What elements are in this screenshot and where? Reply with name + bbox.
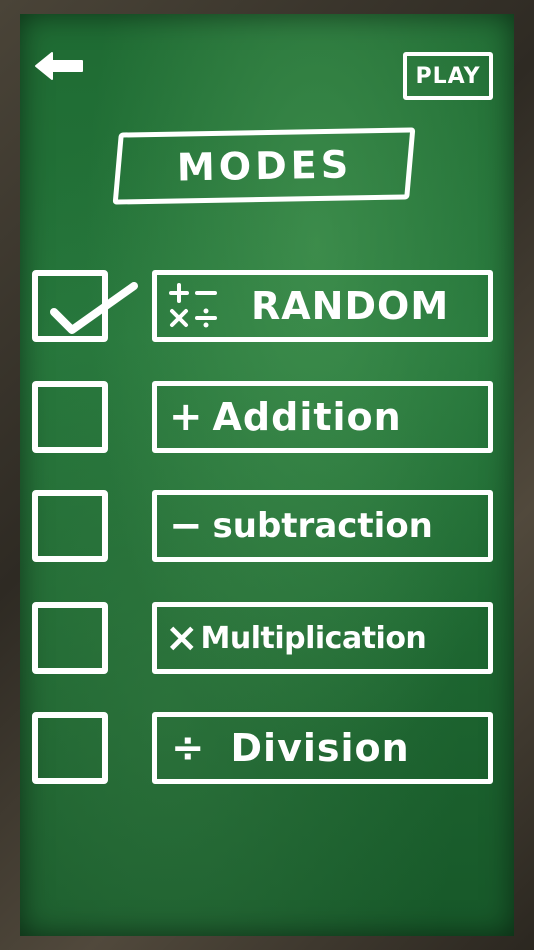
back-button[interactable] [32, 48, 88, 84]
page-title: MODES [175, 142, 353, 190]
mode-row-addition: + Addition [20, 381, 514, 457]
mode-row-subtraction: − subtraction [20, 490, 514, 566]
modes-title-box: MODES [112, 127, 416, 205]
mode-button-random[interactable]: RANDOM [152, 270, 493, 342]
minus-icon: − [169, 503, 203, 549]
checkbox-addition[interactable] [32, 381, 108, 453]
mode-label-addition: Addition [212, 395, 402, 439]
wooden-frame: PLAY MODES RANDOM + Addition − subtracti… [0, 0, 534, 950]
chalkboard: PLAY MODES RANDOM + Addition − subtracti… [20, 14, 514, 936]
checkmark-icon [50, 282, 138, 334]
mode-button-division[interactable]: ÷ Division [152, 712, 493, 784]
mode-label-subtraction: subtraction [212, 506, 433, 546]
arrow-left-icon [35, 52, 83, 80]
mode-button-addition[interactable]: + Addition [152, 381, 493, 453]
mode-row-random: RANDOM [20, 270, 514, 346]
play-button[interactable]: PLAY [403, 52, 493, 100]
times-icon: × [165, 615, 199, 661]
divide-icon: ÷ [171, 725, 205, 771]
mode-button-subtraction[interactable]: − subtraction [152, 490, 493, 562]
checkbox-multiplication[interactable] [32, 602, 108, 674]
mode-row-multiplication: × Multiplication [20, 602, 514, 678]
mode-label-multiplication: Multiplication [200, 620, 427, 656]
play-label: PLAY [415, 63, 481, 89]
mode-label-random: RANDOM [251, 284, 450, 328]
mode-row-division: ÷ Division [20, 712, 514, 788]
random-operators-icon [169, 283, 217, 328]
checkbox-division[interactable] [32, 712, 108, 784]
checkbox-random[interactable] [32, 270, 138, 342]
mode-label-division: Division [230, 726, 410, 770]
mode-button-multiplication[interactable]: × Multiplication [152, 602, 493, 674]
checkbox-subtraction[interactable] [32, 490, 108, 562]
plus-icon: + [169, 394, 203, 440]
